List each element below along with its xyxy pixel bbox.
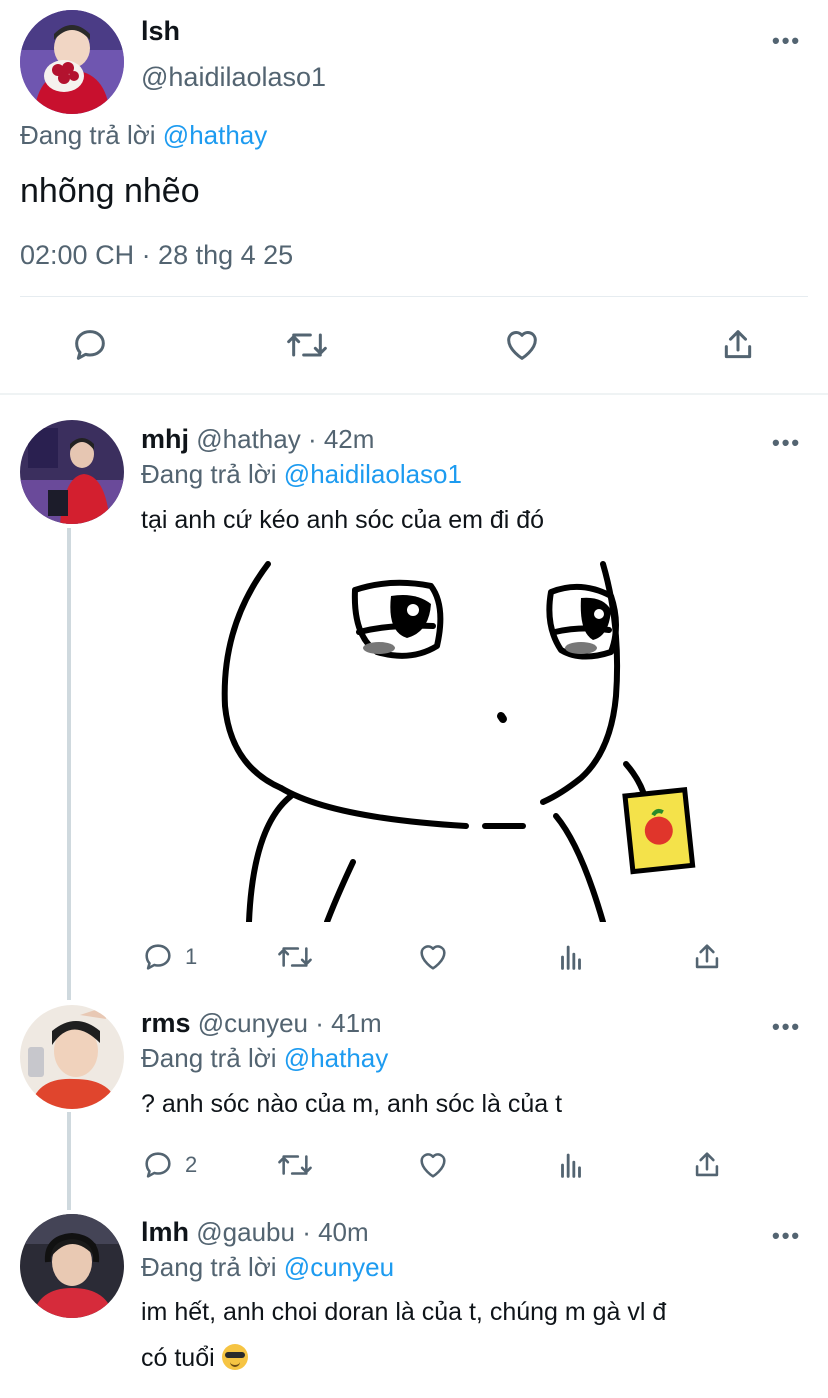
reply-image[interactable]: [141, 556, 751, 922]
more-options-icon[interactable]: •••: [772, 1016, 801, 1038]
reply-text-line-1: im hết, anh choi doran là của t, chúng m…: [141, 1298, 667, 1326]
reply-text-line-2-text: có tuổi: [141, 1344, 215, 1372]
more-options-icon[interactable]: •••: [772, 432, 801, 454]
reply-text: ? anh sóc nào của m, anh sóc là của t: [141, 1090, 563, 1118]
replying-to: Đang trả lời @cunyeu: [141, 1252, 394, 1283]
reply-3-header: lmh @gaubu · 40m: [141, 1217, 369, 1248]
replying-to-link[interactable]: @hathay: [163, 120, 267, 150]
replying-to: Đang trả lời @hathay: [20, 120, 267, 151]
reply-1-header: mhj @hathay · 42m: [141, 424, 374, 455]
avatar-reply-3[interactable]: [20, 1214, 124, 1318]
analytics-icon: [561, 945, 581, 970]
reply-icon: [75, 330, 105, 360]
retweet-icon: [278, 947, 312, 967]
views-button[interactable]: [554, 940, 588, 974]
replying-prefix: Đang trả lời: [141, 1252, 277, 1282]
replying-prefix: Đang trả lời: [20, 120, 156, 150]
like-button[interactable]: [416, 1148, 450, 1182]
reply-time[interactable]: · 40m: [302, 1217, 368, 1247]
retweet-icon: [278, 1155, 312, 1175]
author-handle[interactable]: @haidilaolaso1: [141, 62, 326, 93]
replying-to-link[interactable]: @haidilaolaso1: [284, 459, 462, 489]
author-name[interactable]: lmh: [141, 1217, 189, 1247]
reply-count: 2: [185, 1152, 198, 1177]
reply-text: tại anh cứ kéo anh sóc của em đi đó: [141, 506, 545, 534]
author-handle[interactable]: @hathay: [196, 424, 300, 454]
replying-to-link[interactable]: @hathay: [284, 1043, 388, 1073]
author-handle[interactable]: @cunyeu: [198, 1008, 308, 1038]
replying-to: Đang trả lời @hathay: [141, 1043, 388, 1074]
share-button[interactable]: [690, 1148, 724, 1182]
replying-to: Đang trả lời @haidilaolaso1: [141, 459, 462, 490]
meme-drawing: [221, 561, 696, 922]
views-button[interactable]: [554, 1148, 588, 1182]
tweet-timestamp[interactable]: 02:00 CH · 28 thg 4 25: [20, 240, 293, 271]
divider: [20, 296, 808, 297]
thread-line: [67, 1112, 71, 1210]
thread-line: [67, 528, 71, 1000]
author-name[interactable]: lsh: [141, 16, 180, 47]
share-button[interactable]: [718, 325, 758, 365]
avatar-reply-1[interactable]: [20, 420, 124, 524]
retweet-icon: [287, 333, 327, 357]
avatar-reply-2[interactable]: [20, 1005, 124, 1109]
author-name[interactable]: rms: [141, 1008, 191, 1038]
section-divider: [0, 393, 828, 395]
analytics-icon: [561, 1153, 581, 1178]
author-name[interactable]: mhj: [141, 424, 189, 454]
reply-button[interactable]: 2: [141, 1148, 197, 1182]
more-options-icon[interactable]: •••: [772, 30, 801, 52]
tweet-text: nhõng nhẽo: [20, 172, 200, 210]
reply-count: 1: [185, 944, 198, 969]
retweet-button[interactable]: [276, 1148, 314, 1182]
share-icon: [695, 944, 719, 969]
reply-button[interactable]: 1: [141, 940, 197, 974]
replying-prefix: Đang trả lời: [141, 459, 277, 489]
reply-time[interactable]: · 42m: [308, 424, 374, 454]
like-button[interactable]: [416, 940, 450, 974]
avatar-main[interactable]: [20, 10, 124, 114]
replying-to-link[interactable]: @cunyeu: [284, 1252, 394, 1282]
heart-icon: [420, 945, 446, 970]
reply-icon: [145, 944, 171, 970]
heart-icon: [507, 331, 537, 360]
like-button[interactable]: [502, 325, 542, 365]
more-options-icon[interactable]: •••: [772, 1225, 801, 1247]
replying-prefix: Đang trả lời: [141, 1043, 277, 1073]
share-icon: [724, 330, 752, 359]
reply-button[interactable]: [70, 325, 110, 365]
heart-icon: [420, 1153, 446, 1178]
reply-icon: [145, 1152, 171, 1178]
retweet-button[interactable]: [285, 325, 329, 365]
sunglasses-emoji-icon: [221, 1344, 248, 1370]
retweet-button[interactable]: [276, 940, 314, 974]
author-handle[interactable]: @gaubu: [196, 1217, 295, 1247]
reply-time[interactable]: · 41m: [315, 1008, 381, 1038]
reply-2-header: rms @cunyeu · 41m: [141, 1008, 382, 1039]
reply-text-line-2: có tuổi: [141, 1336, 248, 1381]
share-icon: [695, 1152, 719, 1177]
share-button[interactable]: [690, 940, 724, 974]
